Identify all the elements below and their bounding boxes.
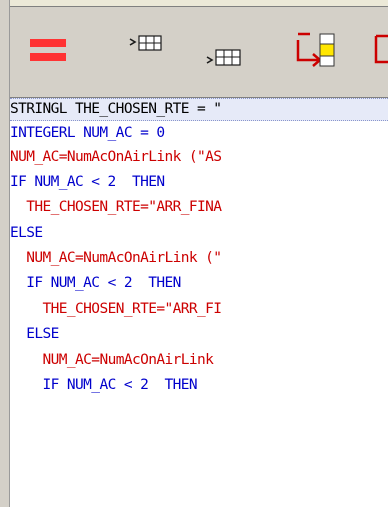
code-text: THE_CHOSEN_RTE="ARR_FI: [42, 301, 222, 317]
code-line[interactable]: ELSE: [10, 222, 388, 244]
insert-row-above-icon: [129, 35, 162, 51]
code-line[interactable]: IF NUM_AC < 2 THEN: [10, 272, 388, 294]
code-line[interactable]: STRINGL THE_CHOSEN_RTE = ": [10, 98, 388, 121]
code-line[interactable]: NUM_AC=NumAcOnAirLink ("AS: [10, 146, 388, 168]
code-text: THE_CHOSEN_RTE="ARR_FINA: [26, 199, 222, 215]
move-into-block-button[interactable]: [294, 30, 340, 70]
code-text: IF NUM_AC < 2 THEN: [26, 275, 181, 291]
code-editor[interactable]: STRINGL THE_CHOSEN_RTE = " INTEGERL NUM_A…: [10, 97, 388, 507]
code-text: IF NUM_AC < 2 THEN: [10, 174, 165, 190]
code-line[interactable]: THE_CHOSEN_RTE="ARR_FINA: [10, 196, 388, 218]
code-line[interactable]: IF NUM_AC < 2 THEN: [10, 171, 388, 193]
code-text: INTEGERL NUM_AC = 0: [10, 125, 165, 141]
code-line[interactable]: THE_CHOSEN_RTE="ARR_FI: [10, 298, 388, 320]
insert-row-below-icon: [206, 49, 241, 66]
script-editor-window: STRINGL THE_CHOSEN_RTE = " INTEGERL NUM_A…: [0, 0, 388, 507]
code-line[interactable]: NUM_AC=NumAcOnAirLink (": [10, 247, 388, 269]
delete-line-icon: [30, 39, 66, 61]
code-text: IF NUM_AC < 2 THEN: [42, 377, 198, 393]
move-into-block-icon: [296, 32, 335, 67]
code-text: ELSE: [10, 225, 43, 241]
window-left-edge: [0, 0, 10, 507]
insert-row-above-button[interactable]: [128, 31, 164, 57]
delete-line-button[interactable]: [28, 36, 68, 66]
code-text: STRINGL THE_CHOSEN_RTE = ": [10, 101, 222, 117]
toolbar: [10, 7, 388, 95]
code-text: ELSE: [26, 326, 59, 342]
code-line[interactable]: ELSE: [10, 323, 388, 345]
code-text: NUM_AC=NumAcOnAirLink ("AS: [10, 149, 222, 165]
code-line[interactable]: IF NUM_AC < 2 THEN: [10, 374, 388, 396]
move-out-block-icon: [374, 34, 388, 64]
code-text: NUM_AC=NumAcOnAirLink: [42, 352, 222, 368]
code-line[interactable]: NUM_AC=NumAcOnAirLink: [10, 349, 388, 371]
insert-row-below-button[interactable]: [205, 41, 245, 69]
window-top-edge: [0, 0, 388, 7]
move-out-block-button[interactable]: [372, 30, 388, 70]
code-line[interactable]: INTEGERL NUM_AC = 0: [10, 122, 388, 144]
code-text: NUM_AC=NumAcOnAirLink (": [26, 250, 222, 266]
